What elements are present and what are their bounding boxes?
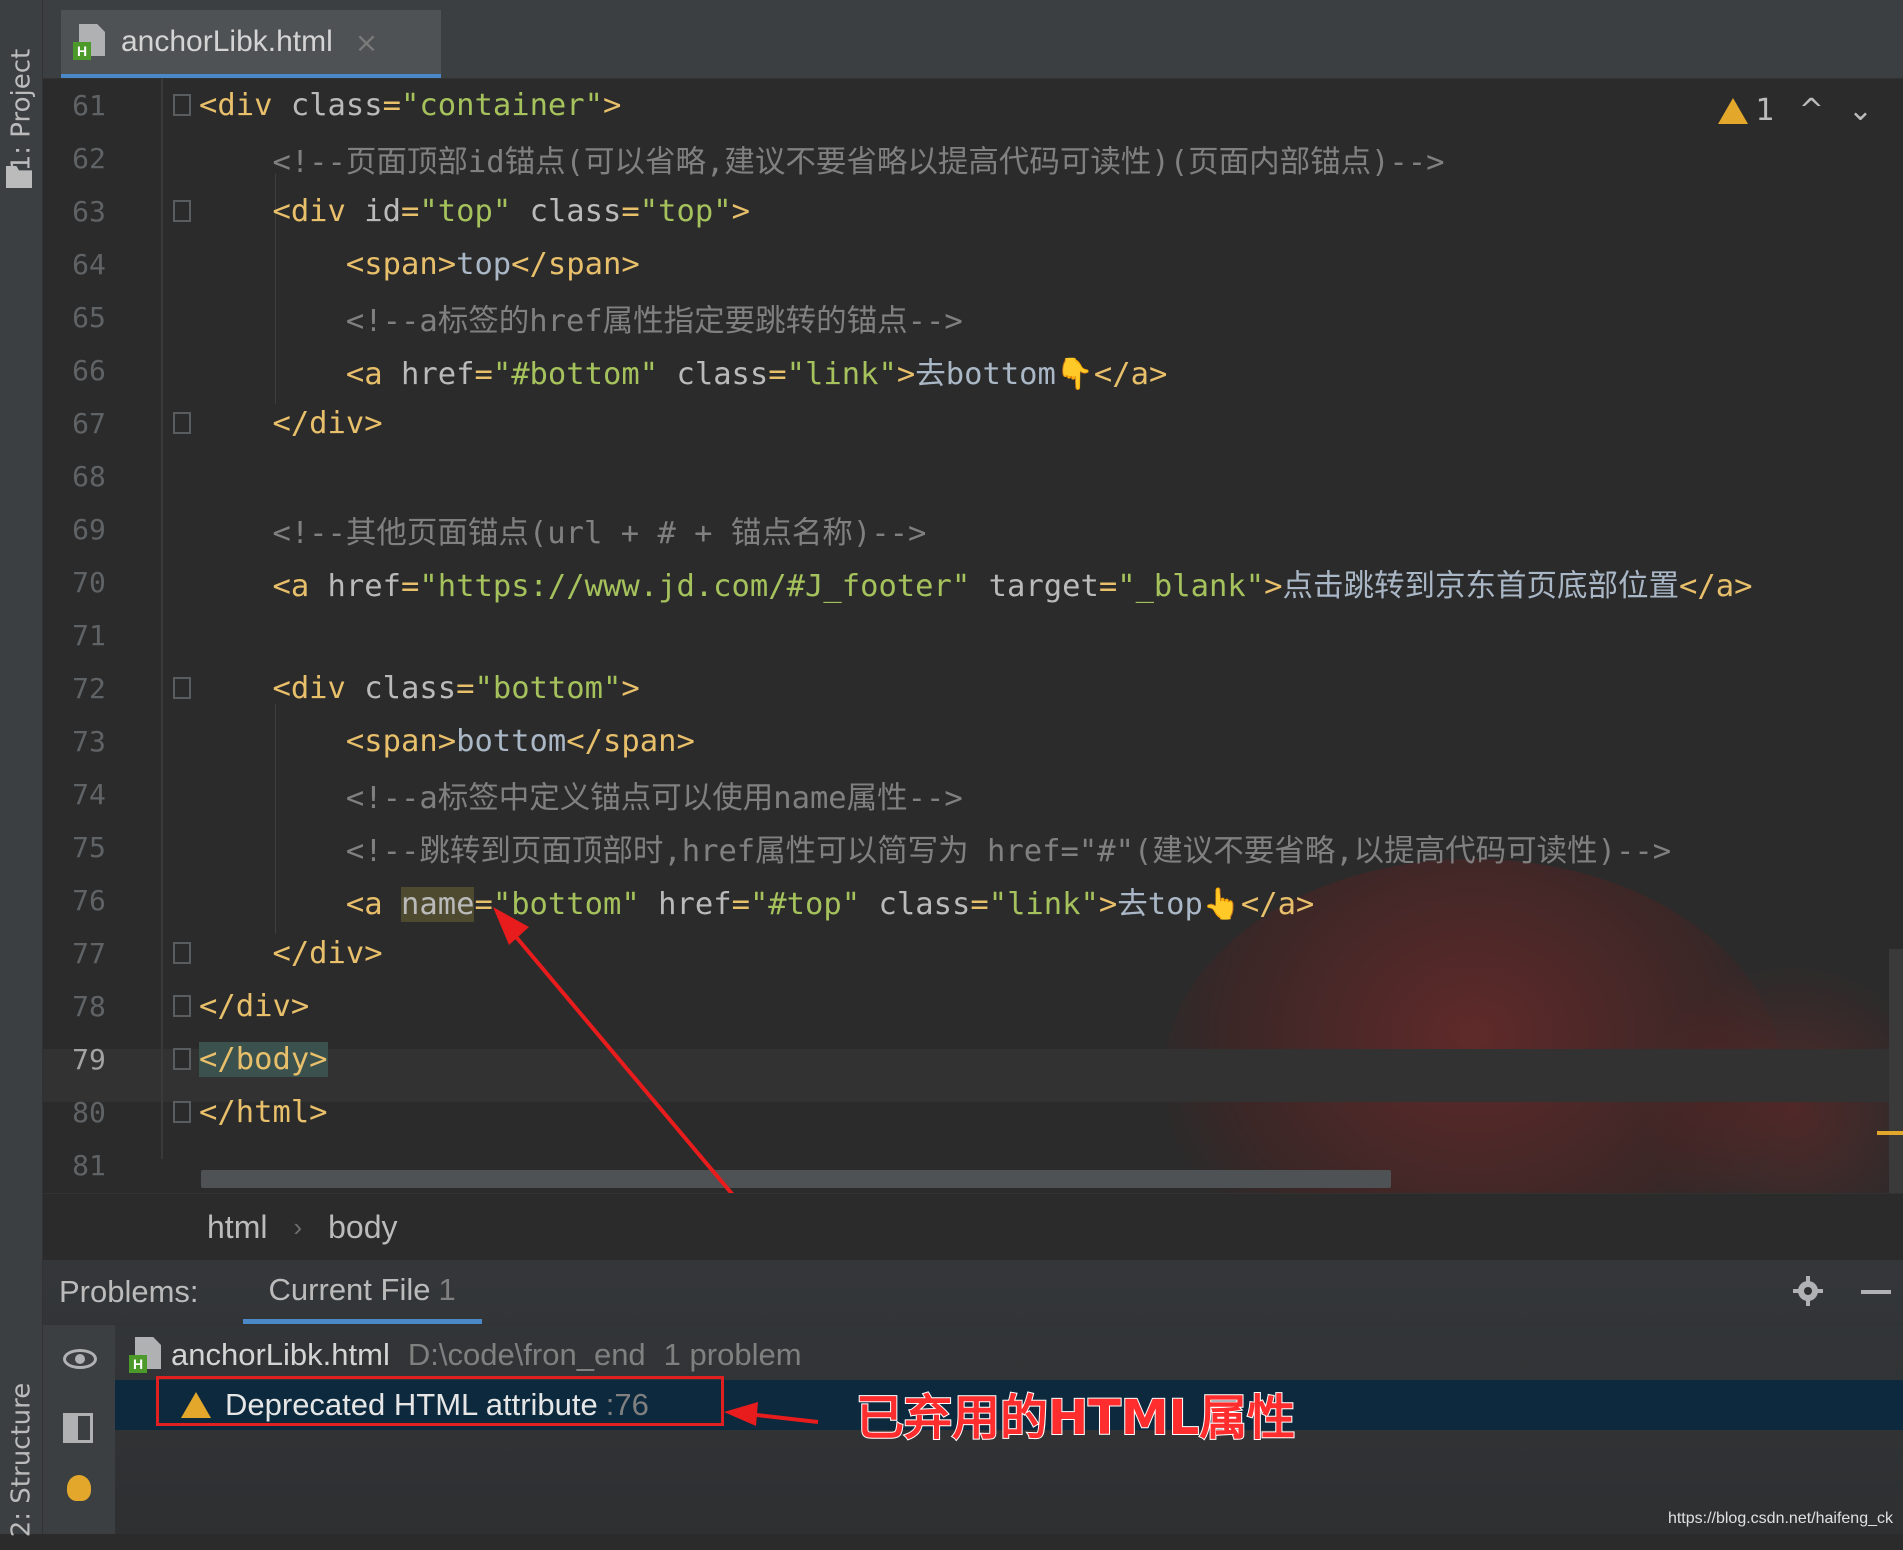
problem-file-name: anchorLibk.html [171,1337,390,1372]
problem-file-row[interactable]: H anchorLibk.html D:\code\fron_end 1 pro… [115,1330,1903,1380]
tab-filename: anchorLibk.html [121,25,333,58]
current-file-count: 1 [438,1271,456,1307]
code-editor[interactable]: 61 <div class="container"> 62 <!--页面顶部id锚点… [43,79,1903,1335]
problems-header: Problems: Current File 1 [43,1260,1903,1325]
current-file-label: Current File [268,1271,431,1307]
html-file-icon: H [129,1337,163,1373]
lightbulb-icon[interactable] [67,1475,91,1501]
eye-icon[interactable] [63,1349,97,1369]
problems-toolbar [43,1325,115,1534]
minimize-icon[interactable] [1861,1290,1891,1294]
annotation-arrow-head [493,907,529,945]
structure-tab-label: 2: Structure [6,1382,37,1538]
left-tool-strip: 1: Project 2: Structure [0,0,43,1537]
problem-file-count: 1 problem [663,1337,802,1372]
preview-pane-icon[interactable] [63,1413,93,1443]
breadcrumb-separator: › [293,1211,303,1242]
breadcrumb-html[interactable]: html [207,1209,267,1246]
editor-tab-bar: H anchorLibk.html × [43,0,1903,79]
breadcrumb-body[interactable]: body [328,1209,397,1246]
html-file-icon: H [73,24,107,60]
annotation-label: 已弃用的HTML属性 [855,1389,1296,1447]
annotation-arrow [493,907,851,1335]
annotation-highlight-box [156,1376,724,1426]
structure-tool-tab[interactable]: 2: Structure [0,1370,42,1550]
tab-current-file[interactable]: Current File 1 [242,1260,482,1324]
close-icon[interactable]: × [355,26,378,59]
breadcrumb: html › body [43,1193,1903,1261]
problems-title: Problems: [59,1274,199,1309]
project-tab-label: 1: Project [6,48,36,172]
problem-file-path: D:\code\fron_end [407,1337,646,1372]
editor-tab-anchorlibk[interactable]: H anchorLibk.html × [61,10,441,78]
gear-icon[interactable] [1793,1276,1823,1306]
watermark: https://blog.csdn.net/haifeng_ck [1667,1510,1893,1527]
